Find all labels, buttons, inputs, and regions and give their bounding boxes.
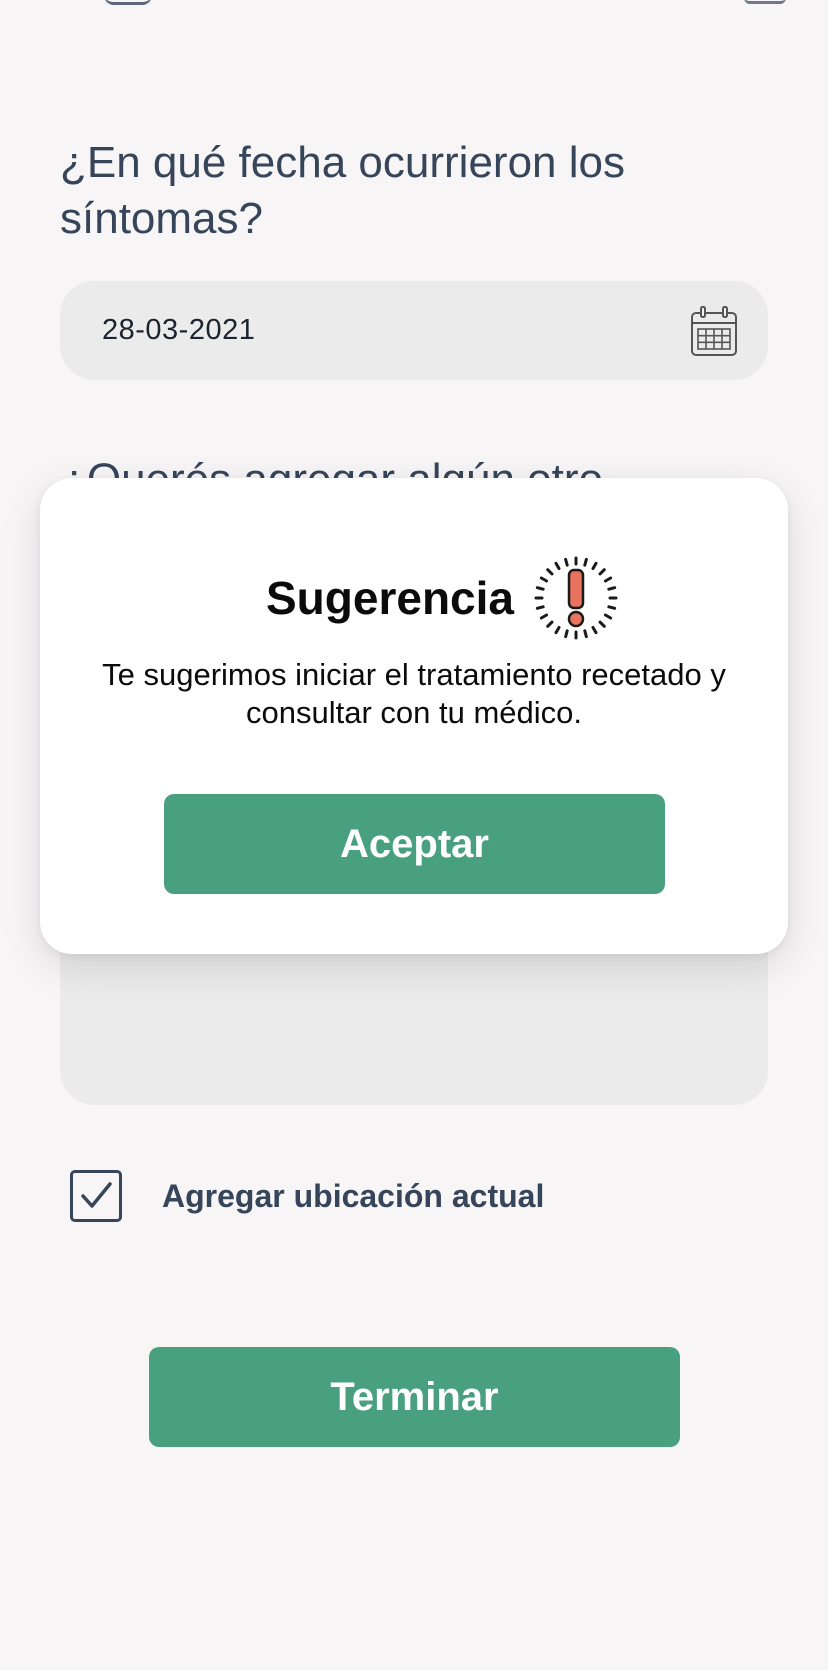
date-value: 28-03-2021 [102,314,256,346]
date-question-heading: ¿En qué fecha ocurrieron los síntomas? [60,138,625,243]
location-checkbox-label: Agregar ubicación actual [162,1177,545,1214]
accept-button[interactable]: Aceptar [164,794,665,894]
modal-title: Sugerencia [266,572,514,624]
alert-exclamation-icon [534,556,618,640]
modal-header: Sugerencia [40,556,788,640]
suggestion-modal: Sugerencia Te sugerimos iniciar el trata… [40,478,788,954]
date-input-field[interactable]: 28-03-2021 [60,281,768,380]
status-fragment-left [104,0,152,5]
calendar-icon[interactable] [690,305,738,357]
modal-message: Te sugerimos iniciar el tratamiento rece… [102,657,726,730]
finish-button[interactable]: Terminar [149,1347,680,1447]
checkmark-icon [81,1182,112,1208]
location-checkbox[interactable] [70,1170,122,1222]
location-checkbox-row[interactable]: Agregar ubicación actual [70,1170,544,1222]
status-fragment-right [744,0,786,4]
